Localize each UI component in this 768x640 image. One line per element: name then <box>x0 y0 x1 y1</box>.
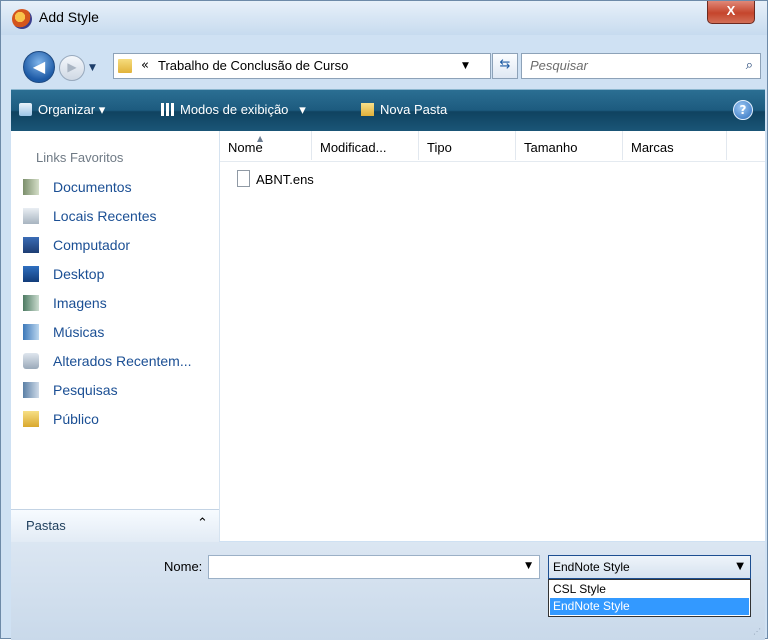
computer-icon <box>23 237 39 253</box>
refresh-icon: ⇆ <box>499 57 511 72</box>
back-arrow-icon: ◀ <box>32 57 46 76</box>
column-header-marcas[interactable]: Marcas <box>623 131 727 160</box>
search-icon[interactable]: ⌕ <box>746 58 753 73</box>
address-dropdown-icon[interactable]: ▼ <box>462 61 469 71</box>
new-folder-button[interactable]: Nova Pasta <box>361 102 447 117</box>
sidebar-item-label: Público <box>53 411 99 427</box>
sidebar-item-publico[interactable]: Público <box>23 411 99 433</box>
option-endnote-style[interactable]: EndNote Style <box>550 598 749 615</box>
search-input[interactable]: Pesquisar <box>530 58 588 73</box>
favorite-links-header: Links Favoritos <box>36 150 124 165</box>
resize-grip-icon[interactable]: ⋰ <box>753 627 761 636</box>
sidebar-item-alterados-recentemente[interactable]: Alterados Recentem... <box>23 353 192 375</box>
command-bar: Organizar ▾ Modos de exibição ▾ Nova Pas… <box>11 89 765 132</box>
breadcrumb-overflow[interactable]: « <box>141 58 149 73</box>
sidebar-item-locais-recentes[interactable]: Locais Recentes <box>23 208 157 230</box>
views-button[interactable]: Modos de exibição ▾ <box>161 102 306 118</box>
sidebar-item-label: Imagens <box>53 295 107 311</box>
public-folder-icon <box>23 411 39 427</box>
folder-icon <box>118 59 132 73</box>
forward-button[interactable]: ▶ <box>59 55 85 81</box>
file-icon <box>237 170 250 187</box>
favorite-links-pane: Links Favoritos Documentos Locais Recent… <box>11 131 220 541</box>
column-header-label: Modificad... <box>320 140 387 155</box>
chevron-down-icon[interactable]: ▼ <box>525 561 532 571</box>
address-row: ◀ ▶ ▼ « Trabalho de Conclusão de Curso ▼… <box>1 39 767 83</box>
column-header-tamanho[interactable]: Tamanho <box>516 131 623 160</box>
add-style-dialog: Add Style X ◀ ▶ ▼ « Trabalho de Conclusã… <box>0 0 768 640</box>
views-label: Modos de exibição <box>180 102 289 117</box>
file-type-select[interactable]: EndNote Style ▼ <box>548 555 751 579</box>
window-title: Add Style <box>39 9 99 25</box>
forward-arrow-icon: ▶ <box>67 60 77 74</box>
sidebar-item-label: Pesquisas <box>53 382 118 398</box>
folders-toggle[interactable]: Pastas ⌃ <box>11 509 219 542</box>
column-header-label: Marcas <box>631 140 674 155</box>
sidebar-item-musicas[interactable]: Músicas <box>23 324 104 346</box>
name-field[interactable]: ▼ <box>208 555 540 579</box>
organize-button[interactable]: Organizar ▾ <box>19 102 105 118</box>
sidebar-item-label: Documentos <box>53 179 132 195</box>
sidebar-item-label: Músicas <box>53 324 105 340</box>
chevron-up-icon[interactable]: ⌃ <box>197 516 208 531</box>
help-icon[interactable]: ? <box>733 100 753 120</box>
file-name: ABNT.ens <box>256 172 314 187</box>
search-box[interactable]: Pesquisar ⌕ <box>521 53 761 79</box>
history-dropdown-icon[interactable]: ▼ <box>89 63 96 73</box>
firefox-icon <box>12 9 32 29</box>
folders-label: Pastas <box>26 518 66 533</box>
name-label: Nome: <box>164 559 203 574</box>
close-button[interactable]: X <box>707 1 755 24</box>
organize-label: Organizar <box>38 102 96 117</box>
file-type-options: CSL Style EndNote Style <box>548 579 751 617</box>
sidebar-item-label: Desktop <box>53 266 105 282</box>
chevron-down-icon: ▾ <box>98 102 106 117</box>
list-item[interactable]: ABNT.ens <box>237 170 314 187</box>
column-header-label: Tipo <box>427 140 452 155</box>
sidebar-item-imagens[interactable]: Imagens <box>23 295 107 317</box>
recently-changed-icon <box>23 353 39 369</box>
organize-icon <box>19 103 32 116</box>
breadcrumb[interactable]: Trabalho de Conclusão de Curso <box>158 58 348 73</box>
column-header-modificado[interactable]: Modificad... <box>312 131 419 160</box>
column-header-label: Tamanho <box>524 140 578 155</box>
option-csl-style[interactable]: CSL Style <box>550 581 749 598</box>
file-type-value: EndNote Style <box>553 560 630 574</box>
refresh-button[interactable]: ⇆ <box>492 53 518 79</box>
column-header-row: Nome ▲ Modificad... Tipo Tamanho Marcas <box>220 131 765 162</box>
sidebar-item-pesquisas[interactable]: Pesquisas <box>23 382 118 404</box>
desktop-icon <box>23 266 39 282</box>
music-icon <box>23 324 39 340</box>
file-name-panel: Nome: ▼ EndNote Style ▼ CSL Style EndNot… <box>11 542 765 640</box>
file-list: Nome ▲ Modificad... Tipo Tamanho Marcas … <box>220 131 765 541</box>
sort-ascending-icon: ▲ <box>257 134 264 143</box>
column-header-nome[interactable]: Nome <box>220 131 312 160</box>
new-folder-icon <box>361 103 374 116</box>
column-header-tipo[interactable]: Tipo <box>419 131 516 160</box>
new-folder-label: Nova Pasta <box>380 102 448 117</box>
chevron-down-icon: ▾ <box>299 102 306 117</box>
sidebar-item-label: Computador <box>53 237 131 253</box>
pictures-icon <box>23 295 39 311</box>
recent-places-icon <box>23 208 39 224</box>
title-bar[interactable]: Add Style X <box>1 1 767 35</box>
views-icon <box>161 103 174 116</box>
address-bar[interactable]: « Trabalho de Conclusão de Curso ▼ <box>113 53 491 79</box>
sidebar-item-documentos[interactable]: Documentos <box>23 179 132 201</box>
sidebar-item-label: Locais Recentes <box>53 208 157 224</box>
chevron-down-icon[interactable]: ▼ <box>736 561 744 572</box>
sidebar-item-desktop[interactable]: Desktop <box>23 266 104 288</box>
searches-icon <box>23 382 39 398</box>
sidebar-item-label: Alterados Recentem... <box>53 353 192 369</box>
back-button[interactable]: ◀ <box>23 51 55 83</box>
documents-icon <box>23 179 39 195</box>
sidebar-item-computador[interactable]: Computador <box>23 237 130 259</box>
